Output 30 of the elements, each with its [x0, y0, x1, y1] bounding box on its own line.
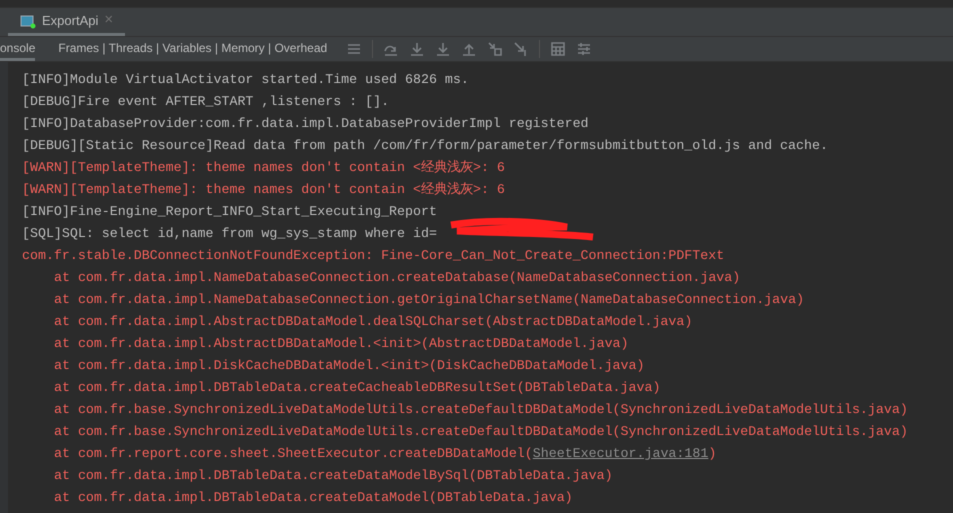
console-line: [DEBUG]Fire event AFTER_START ,listeners : []. — [22, 93, 390, 111]
source-link[interactable]: SheetExecutor.java:181 — [532, 446, 708, 461]
console-line: [WARN][TemplateTheme]: theme names don't contain <经典浅灰>: 6 — [22, 159, 506, 177]
calculator-icon[interactable] — [550, 41, 566, 57]
console-line: at com.fr.data.impl.NameDatabaseConnection.createDatabase(NameDatabaseConnection.java) — [53, 269, 742, 287]
console-line: at com.fr.base.SynchronizedLiveDataModelUtils.createDefaultDBDataModel(SynchronizedLiveDataModelUtils.java) — [53, 423, 908, 441]
down-arrow-icon[interactable] — [435, 41, 452, 57]
console-line: [WARN][TemplateTheme]: theme names don't contain <经典浅灰>: 6 — [22, 181, 506, 199]
console-line: [INFO]Fine-Engine_Report_INFO_Start_Executing_Report — [22, 203, 438, 221]
console-line: at com.fr.data.impl.NameDatabaseConnection.getOriginalCharsetName(NameDatabaseConnection.java) — [53, 291, 806, 309]
console-line: at com.fr.data.impl.DBTableData.createDataModel(DBTableData.java) — [53, 489, 574, 507]
console-line: at com.fr.data.impl.DBTableData.createDataModelBySql(DBTableData.java) — [53, 467, 614, 485]
console-line: at com.fr.data.impl.AbstractDBDataModel.<init>(AbstractDBDataModel.java) — [53, 335, 630, 353]
console-line: at com.fr.data.impl.AbstractDBDataModel.dealSQLCharset(AbstractDBDataModel.java) — [53, 313, 694, 331]
console-line: [SQL]SQL: select id,name from wg_sys_stamp where id= — [22, 223, 908, 245]
up-arrow-icon[interactable] — [461, 41, 478, 57]
toolbar-tab[interactable]: Frames | Threads | Variables | Memory | Overhead — [58, 37, 328, 61]
tab-title: ExportApi — [42, 12, 98, 30]
window-icon — [20, 12, 36, 28]
console-line: at com.fr.data.impl.DiskCacheDBDataModel.<init>(DiskCacheDBDataModel.java) — [53, 357, 646, 375]
console-line: at com.fr.data.impl.DBTableData.createCacheableDBResultSet(DBTableData.java) — [53, 379, 662, 397]
console-line: at com.fr.base.SynchronizedLiveDataModelUtils.createDefaultDBDataModel(SynchronizedLiveDataModelUtils.java) — [53, 401, 908, 419]
console-line: at com.fr.report.core.sheet.SheetExecutor.createDBDataModel(SheetExecutor.java:181) — [53, 445, 718, 463]
console-line: [INFO]Module VirtualActivator started.Time used 6826 ms. — [22, 71, 470, 89]
console-line: [DEBUG][Static Resource]Read data from path /com/fr/form/parameter/formsubmitbutton_old.js and cache. — [22, 137, 829, 155]
console-line: [INFO]DatabaseProvider:com.fr.data.impl.DatabaseProviderImpl registered — [22, 115, 590, 133]
console-line: com.fr.stable.DBConnectionNotFoundException: Fine-Core_Can_Not_Create_Connection:PDFText — [22, 247, 726, 265]
menu-icon[interactable] — [346, 41, 362, 57]
settings-icon[interactable] — [576, 41, 592, 57]
down-arrow-icon[interactable] — [409, 41, 426, 57]
